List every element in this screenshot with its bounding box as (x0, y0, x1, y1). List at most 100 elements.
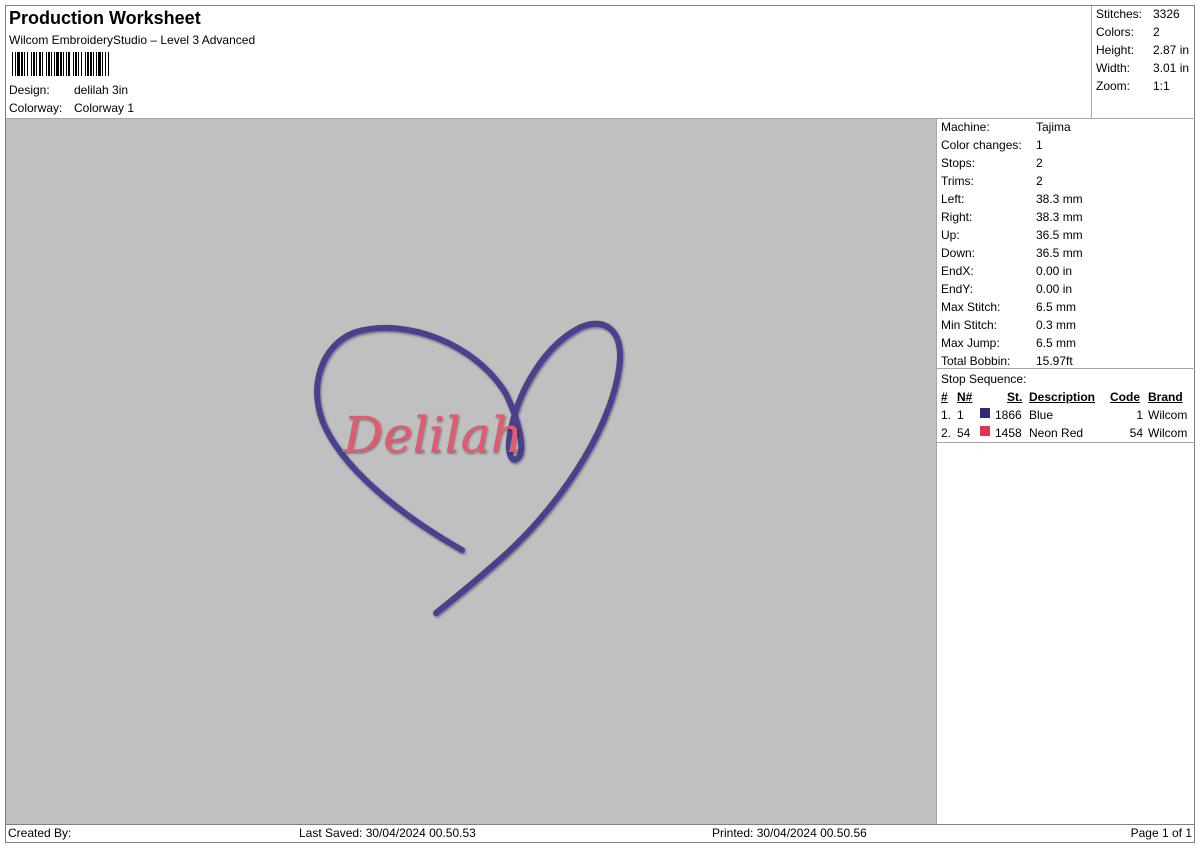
design-row: Design: delilah 3in (9, 83, 128, 97)
info-value: Tajima (1036, 120, 1071, 134)
up-row: Up: 36.5 mm (941, 228, 1083, 242)
row-brand: Wilcom (1148, 426, 1188, 440)
info-label: Left: (941, 192, 965, 206)
design-preview-canvas[interactable]: Delilah (6, 119, 936, 824)
left-row: Left: 38.3 mm (941, 192, 1083, 206)
info-value: 38.3 mm (1036, 192, 1083, 206)
row-num: 2. (941, 426, 952, 440)
printed-date: Printed: 30/04/2024 00.50.56 (712, 826, 867, 840)
stat-label: Width: (1096, 61, 1131, 75)
col-header-brand: Brand (1148, 390, 1183, 404)
info-value: 2 (1036, 174, 1043, 188)
max-stitch-row: Max Stitch: 6.5 mm (941, 300, 1076, 314)
max-jump-row: Max Jump: 6.5 mm (941, 336, 1076, 350)
info-value: 2 (1036, 156, 1043, 170)
row-description: Neon Red (1029, 426, 1084, 440)
thread-color-swatch (980, 408, 990, 418)
info-label: Max Jump: (941, 336, 1000, 350)
row-code: 54 (1129, 426, 1143, 440)
col-header-num: # (941, 390, 948, 404)
row-description: Blue (1029, 408, 1054, 422)
stat-label: Height: (1096, 43, 1135, 57)
barcode-icon (12, 52, 109, 76)
endx-row: EndX: 0.00 in (941, 264, 1072, 278)
row-num: 1. (941, 408, 952, 422)
info-value: 36.5 mm (1036, 228, 1083, 242)
stat-value: 1:1 (1153, 79, 1170, 93)
stat-colors: Colors: 2 (1096, 25, 1160, 39)
stat-width: Width: 3.01 in (1096, 61, 1189, 75)
info-label: Stops: (941, 156, 976, 170)
trims-row: Trims: 2 (941, 174, 1043, 188)
created-by: Created By: (8, 826, 72, 840)
info-label: Total Bobbin: (941, 354, 1011, 368)
info-label: Max Stitch: (941, 300, 1001, 314)
info-value: 6.5 mm (1036, 336, 1077, 350)
col-header-code: Code (1110, 390, 1140, 404)
stat-value: 3326 (1153, 7, 1180, 21)
stat-label: Stitches: (1096, 7, 1143, 21)
color-changes-row: Color changes: 1 (941, 138, 1043, 152)
info-value: 0.3 mm (1036, 318, 1077, 332)
row-brand: Wilcom (1148, 408, 1188, 422)
machine-info-panel: Machine: Tajima Color changes: 1 Stops: 2 T… (937, 119, 1195, 824)
stat-stitches: Stitches: 3326 (1096, 7, 1180, 21)
design-label: Design: (9, 83, 50, 97)
right-row: Right: 38.3 mm (941, 210, 1083, 224)
page-number: Page 1 of 1 (1130, 826, 1192, 840)
stat-value: 3.01 in (1153, 61, 1190, 75)
info-label: Color changes: (941, 138, 1022, 152)
stops-row: Stops: 2 (941, 156, 1043, 170)
col-header-description: Description (1029, 390, 1096, 404)
col-header-needle: N# (957, 390, 973, 404)
thread-color-swatch (980, 426, 990, 436)
info-label: Up: (941, 228, 960, 242)
row-needle: 54 (957, 426, 971, 440)
software-subtitle: Wilcom EmbroideryStudio – Level 3 Advanc… (9, 33, 256, 47)
footer-divider (6, 824, 1195, 825)
info-value: 6.5 mm (1036, 300, 1077, 314)
info-label: EndX: (941, 264, 974, 278)
info-value: 0.00 in (1036, 282, 1073, 296)
min-stitch-row: Min Stitch: 0.3 mm (941, 318, 1076, 332)
info-label: Down: (941, 246, 976, 260)
stop-sequence-title: Stop Sequence: (941, 372, 1027, 386)
row-code: 1 (1136, 408, 1143, 422)
row-needle: 1 (957, 408, 964, 422)
info-label: Trims: (941, 174, 974, 188)
total-bobbin-row: Total Bobbin: 15.97ft (941, 354, 1073, 368)
info-value: 38.3 mm (1036, 210, 1083, 224)
table-bottom-divider (937, 442, 1195, 443)
endy-row: EndY: 0.00 in (941, 282, 1072, 296)
stat-height: Height: 2.87 in (1096, 43, 1189, 57)
colorway-value: Colorway 1 (74, 101, 135, 115)
machine-row: Machine: Tajima (941, 120, 1071, 134)
stat-zoom: Zoom: 1:1 (1096, 79, 1170, 93)
row-stitches: 1458 (995, 426, 1022, 440)
info-value: 1 (1036, 138, 1043, 152)
page-title: Production Worksheet (9, 8, 201, 28)
row-stitches: 1866 (995, 408, 1022, 422)
stop-sequence-divider (937, 368, 1195, 369)
stat-value: 2.87 in (1153, 43, 1190, 57)
design-name-text: Delilah (342, 406, 523, 464)
colorway-row: Colorway: Colorway 1 (9, 101, 134, 115)
info-label: EndY: (941, 282, 974, 296)
colorway-label: Colorway: (9, 101, 63, 115)
stat-label: Colors: (1096, 25, 1135, 39)
design-stats-panel: Stitches: 3326 Colors: 2 Height: 2.87 in Wi… (1091, 6, 1196, 118)
info-label: Right: (941, 210, 973, 224)
col-header-stitches: St. (1007, 390, 1023, 404)
heart-outline-shape (314, 320, 624, 616)
design-value: delilah 3in (74, 83, 129, 97)
info-value: 36.5 mm (1036, 246, 1083, 260)
stat-value: 2 (1153, 25, 1160, 39)
info-label: Min Stitch: (941, 318, 998, 332)
stat-label: Zoom: (1096, 79, 1131, 93)
info-label: Machine: (941, 120, 990, 134)
down-row: Down: 36.5 mm (941, 246, 1083, 260)
info-value: 0.00 in (1036, 264, 1073, 278)
last-saved: Last Saved: 30/04/2024 00.50.53 (299, 826, 476, 840)
info-value: 15.97ft (1036, 354, 1073, 368)
embroidery-design-preview: Delilah (314, 320, 624, 616)
